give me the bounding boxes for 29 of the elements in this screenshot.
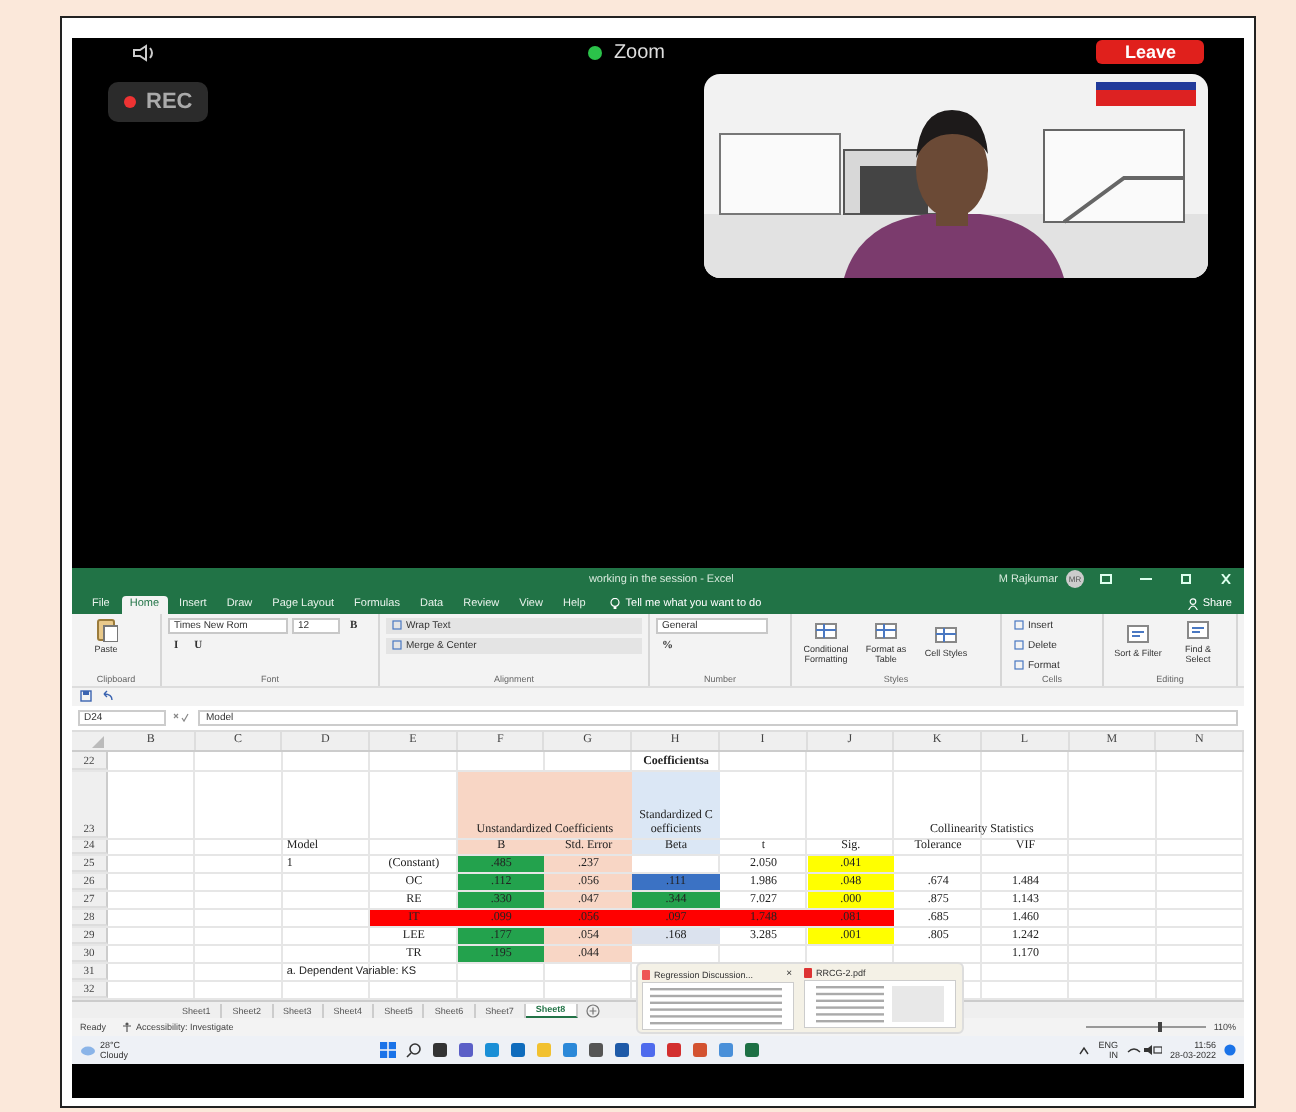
leave-button[interactable]: Leave: [1096, 40, 1204, 64]
search-icon[interactable]: [406, 1042, 422, 1058]
chevron-icon[interactable]: [1078, 1045, 1091, 1055]
notification-icon[interactable]: [1224, 1044, 1236, 1056]
system-tray-icon[interactable]: [1125, 1044, 1162, 1056]
document-icon: [804, 968, 812, 978]
window-thumbnail[interactable]: [804, 980, 956, 1028]
app-title: Zoom: [613, 41, 666, 63]
save-icon[interactable]: [80, 690, 92, 703]
windows-start-icon[interactable]: [380, 1042, 396, 1058]
cloud-icon: [80, 1044, 96, 1056]
slider-thumb[interactable]: [1157, 1022, 1162, 1033]
accessibility-icon: [122, 1022, 133, 1033]
window-thumbnail[interactable]: [642, 982, 794, 1030]
table-icon: [934, 622, 958, 647]
lightbulb-icon: [609, 597, 620, 610]
document-icon: [642, 969, 650, 979]
undo-icon[interactable]: [100, 690, 114, 703]
cancel-confirm-icon[interactable]: [172, 711, 192, 724]
speaker-icon[interactable]: [132, 43, 156, 61]
close-icon[interactable]: [1220, 574, 1232, 585]
minimize-icon[interactable]: [1140, 574, 1152, 585]
status-dot-icon: [587, 45, 602, 59]
table-icon: [1126, 622, 1150, 647]
recording-badge: REC: [108, 82, 209, 122]
ribbon-display-icon[interactable]: [1100, 574, 1112, 585]
person-icon: [1188, 597, 1199, 610]
add-sheet-icon[interactable]: [585, 1003, 600, 1018]
restore-icon[interactable]: [1180, 574, 1192, 585]
